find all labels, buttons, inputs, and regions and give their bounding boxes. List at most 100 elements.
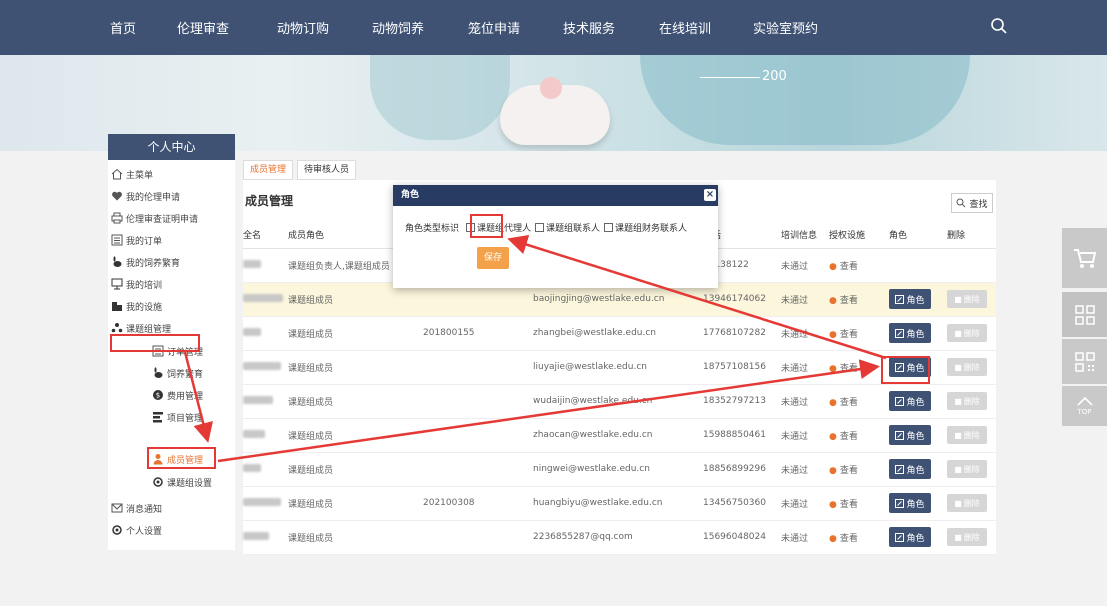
- find-button[interactable]: 查找: [951, 193, 993, 213]
- cart-float-button[interactable]: [1062, 228, 1107, 288]
- cell-email: huangbiyu@westlake.edu.cn: [533, 486, 703, 521]
- top-float-button[interactable]: TOP: [1062, 386, 1107, 426]
- gear-icon: [153, 477, 163, 487]
- top-label: TOP: [1077, 408, 1092, 416]
- save-button[interactable]: 保存: [477, 247, 509, 269]
- trash-icon: ■: [954, 498, 962, 508]
- cell-training: 未通过: [781, 248, 829, 283]
- eye-icon: ●: [829, 363, 837, 374]
- role-button[interactable]: 角色: [889, 323, 931, 343]
- delete-button[interactable]: ■ 删除: [947, 392, 987, 410]
- role-button[interactable]: 角色: [889, 493, 931, 513]
- cell-facility[interactable]: ● 查看: [829, 452, 889, 487]
- sidebar-item-personal-settings[interactable]: 个人设置: [111, 521, 162, 539]
- checkbox-contact[interactable]: [535, 223, 545, 232]
- cell-facility[interactable]: ● 查看: [829, 350, 889, 385]
- nav-animal-feeding[interactable]: 动物饲养: [372, 18, 424, 37]
- qrcode-float-button[interactable]: [1062, 339, 1107, 384]
- cell-facility[interactable]: ● 查看: [829, 384, 889, 419]
- money-icon: $: [153, 390, 163, 400]
- tab-pending[interactable]: 待审核人员: [297, 160, 357, 180]
- cell-facility[interactable]: ● 查看: [829, 248, 889, 283]
- cell-training: 未通过: [781, 282, 829, 317]
- cell-fullname: [243, 248, 288, 283]
- table-row: 课题组成员 zhaocan@westlake.edu.cn 15988850461 未…: [243, 418, 996, 453]
- sidebar-item-main[interactable]: 主菜单: [111, 165, 153, 183]
- cell-phone: 15988850461: [703, 418, 781, 453]
- sidebar-title: 个人中心: [108, 134, 235, 160]
- cell-id: 202100308: [423, 486, 533, 521]
- sidebar-item-messages[interactable]: 消息通知: [111, 499, 162, 517]
- sidebar-subitem-feeding[interactable]: 饲养繁育: [152, 364, 203, 382]
- view-link[interactable]: 查看: [840, 432, 858, 442]
- cell-facility[interactable]: ● 查看: [829, 282, 889, 317]
- view-link[interactable]: 查看: [840, 466, 858, 476]
- delete-button[interactable]: ■ 删除: [947, 460, 987, 478]
- role-button[interactable]: 角色: [889, 425, 931, 445]
- edit-icon: [895, 294, 905, 304]
- nav-ethics[interactable]: 伦理审查: [177, 18, 229, 37]
- cell-training: 未通过: [781, 350, 829, 385]
- sidebar-item-feeding[interactable]: 我的饲养繁育: [111, 253, 180, 271]
- cell-role: 课题组成员: [288, 350, 423, 385]
- view-link[interactable]: 查看: [840, 364, 858, 374]
- view-link[interactable]: 查看: [840, 534, 858, 544]
- view-link[interactable]: 查看: [840, 500, 858, 510]
- cell-delete: ■ 删除: [947, 384, 996, 419]
- edit-icon: [895, 498, 905, 508]
- view-link[interactable]: 查看: [840, 398, 858, 408]
- tab-members[interactable]: 成员管理: [243, 160, 294, 180]
- cell-facility[interactable]: ● 查看: [829, 486, 889, 521]
- nav-animal-order[interactable]: 动物订购: [277, 18, 329, 37]
- flask-shape: [370, 55, 510, 140]
- checkbox-finance-contact[interactable]: [604, 223, 614, 232]
- delete-button[interactable]: ■ 删除: [947, 528, 987, 546]
- heart-icon: [112, 191, 122, 201]
- sidebar-subitem-group-settings[interactable]: 课题组设置: [152, 473, 212, 491]
- sidebar-subitem-orders[interactable]: 订单管理: [152, 342, 203, 360]
- sidebar-item-group-manage[interactable]: 课题组管理: [111, 319, 171, 337]
- checkbox-agent[interactable]: [466, 223, 476, 232]
- sidebar-item-training[interactable]: 我的培训: [111, 275, 162, 293]
- delete-button[interactable]: ■ 删除: [947, 426, 987, 444]
- sidebar-subitem-members[interactable]: 成员管理: [152, 450, 203, 468]
- view-link[interactable]: 查看: [840, 262, 858, 272]
- cell-fullname: [243, 418, 288, 453]
- cell-role-action: 角色: [889, 520, 947, 555]
- delete-button[interactable]: ■ 删除: [947, 290, 987, 308]
- cell-training: 未通过: [781, 384, 829, 419]
- role-button[interactable]: 角色: [889, 527, 931, 547]
- role-button[interactable]: 角色: [889, 459, 931, 479]
- delete-button[interactable]: ■ 删除: [947, 324, 987, 342]
- cell-training: 未通过: [781, 418, 829, 453]
- cell-facility[interactable]: ● 查看: [829, 520, 889, 555]
- sidebar-item-orders[interactable]: 我的订单: [111, 231, 162, 249]
- cell-facility[interactable]: ● 查看: [829, 418, 889, 453]
- table-row: 课题组成员 wudaijin@westlake.edu.cn 18352797213…: [243, 384, 996, 419]
- role-button[interactable]: 角色: [889, 289, 931, 309]
- role-button[interactable]: 角色: [889, 391, 931, 411]
- cell-role-action: 角色: [889, 316, 947, 351]
- sidebar-item-ethics-cert[interactable]: 伦理审查证明申请: [111, 209, 198, 227]
- delete-button[interactable]: ■ 删除: [947, 494, 987, 512]
- nav-cage-apply[interactable]: 笼位申请: [468, 18, 520, 37]
- cell-facility[interactable]: ● 查看: [829, 316, 889, 351]
- nav-tech-service[interactable]: 技术服务: [563, 18, 615, 37]
- edit-icon: [895, 328, 905, 338]
- search-icon[interactable]: [990, 17, 1008, 35]
- sidebar-item-ethics[interactable]: 我的伦理申请: [111, 187, 180, 205]
- nav-online-training[interactable]: 在线培训: [659, 18, 711, 37]
- close-icon[interactable]: ×: [704, 189, 716, 201]
- delete-button[interactable]: ■ 删除: [947, 358, 987, 376]
- view-link[interactable]: 查看: [840, 330, 858, 340]
- svg-text:$: $: [156, 392, 160, 400]
- sidebar-subitem-fees[interactable]: $ 费用管理: [152, 386, 203, 404]
- sidebar-subitem-projects[interactable]: 项目管理: [152, 408, 203, 426]
- nav-home[interactable]: 首页: [110, 18, 136, 37]
- grid-float-button[interactable]: [1062, 292, 1107, 337]
- nav-lab-booking[interactable]: 实验室预约: [753, 18, 818, 37]
- redacted-name: [243, 259, 261, 268]
- sidebar-item-facility[interactable]: 我的设施: [111, 297, 162, 315]
- role-button[interactable]: 角色: [889, 357, 931, 377]
- view-link[interactable]: 查看: [840, 296, 858, 306]
